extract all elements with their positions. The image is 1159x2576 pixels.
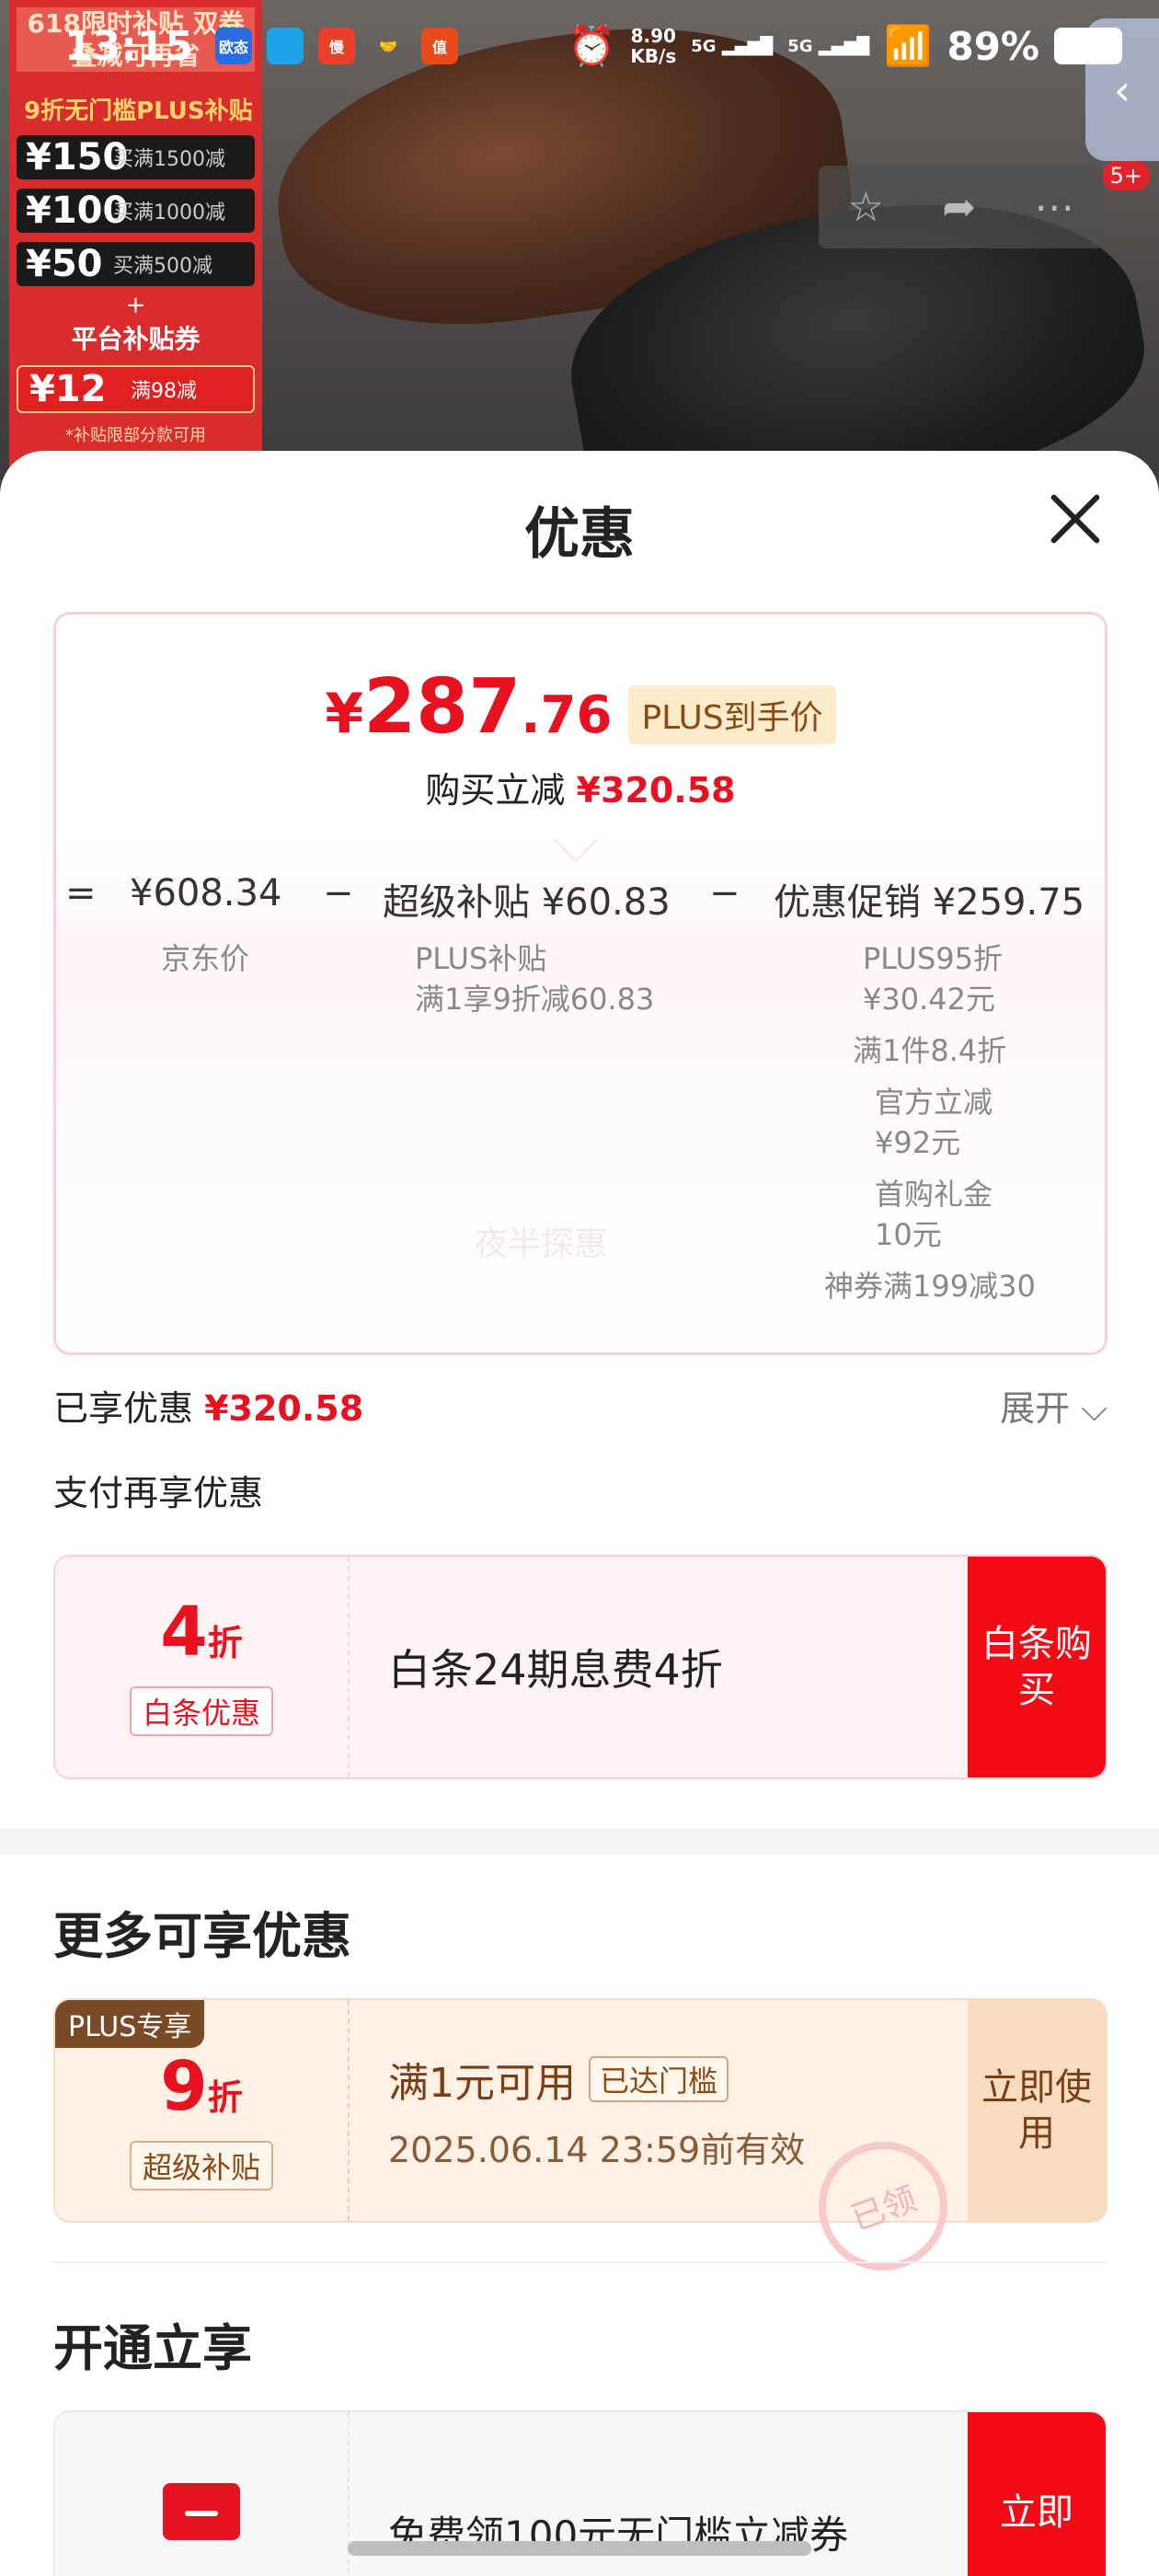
divider: [53, 2261, 1107, 2263]
status-bar: 13:15 欧态 慢 🤝 值 ⏰ 8.90 KB/s 5G ▂▄▆█ 5G ▂▄▆…: [0, 0, 1159, 120]
close-icon[interactable]: [1043, 486, 1107, 550]
super-subsidy: 超级补贴 ¥60.83: [383, 881, 671, 924]
card-icon: [163, 2483, 240, 2540]
promo-detail: PLUS95折: [863, 941, 1003, 976]
notification-badge: 5+: [1102, 161, 1150, 190]
star-icon: ☆: [847, 183, 885, 231]
app-icon: [267, 28, 304, 64]
threshold-reached-tag: 已达门槛: [589, 2055, 729, 2102]
promo-coupon: ¥12 满98减: [17, 365, 255, 413]
handshake-icon: 🤝: [379, 37, 398, 55]
equals-sign: =: [65, 872, 97, 914]
alarm-icon: ⏰: [568, 23, 616, 68]
promo-platform: 平台补贴券: [71, 324, 201, 354]
open-now-button[interactable]: 立即: [968, 2412, 1106, 2576]
subsidy-detail: 满1享9折减60.83: [415, 982, 655, 1017]
promo-detail: 10元: [875, 1217, 942, 1252]
pay-more-label: 支付再享优惠: [53, 1473, 264, 1513]
subsidy-detail: PLUS补贴: [415, 941, 547, 976]
dimmed-actions: ☆ ➦ ⋯: [819, 166, 1104, 248]
net-speed: 8.90 KB/s: [630, 25, 677, 67]
jd-price: ¥608.34: [130, 872, 282, 914]
app-icon: 慢: [318, 28, 356, 64]
expand-button[interactable]: 展开 ⌵: [1000, 1380, 1107, 1431]
battery-percent: 89%: [947, 23, 1039, 69]
coupon-condition: 满1元可用: [388, 2059, 576, 2107]
section-divider: [0, 1829, 1159, 1855]
baitiao-offer-card: 4折 白条优惠 白条24期息费4折 白条购买: [53, 1555, 1107, 1779]
home-indicator[interactable]: [348, 2541, 811, 2556]
open-card-left: [55, 2412, 350, 2576]
baitiao-discount: 4折 白条优惠: [55, 1557, 350, 1777]
plus-coupon-card: PLUS专享 9折 超级补贴 满1元可用 已达门槛 2025.06.14 23:5…: [53, 1998, 1107, 2223]
promo-detail: 首购礼金: [875, 1177, 993, 1212]
signal-icon: 5G ▂▄▆█: [691, 36, 774, 56]
status-right: ⏰ 8.90 KB/s 5G ▂▄▆█ 5G ▂▄▆█ 📶 89%: [568, 23, 1122, 69]
discount-sheet: 优惠 ¥287.76 PLUS到手价 购买立减 ¥320.58 = ¥608.3…: [0, 451, 1159, 2576]
baitiao-label: 白条优惠: [129, 1686, 273, 1736]
share-icon: ➦: [942, 183, 977, 231]
price-breakdown-card: ¥287.76 PLUS到手价 购买立减 ¥320.58 = ¥608.34 −…: [53, 612, 1107, 1355]
more-icon: ⋯: [1034, 183, 1075, 231]
promo-discount: 优惠促销 ¥259.75: [774, 881, 1085, 924]
status-app-icons: 欧态 慢 🤝 值: [215, 28, 459, 64]
final-price: ¥287.76: [325, 663, 613, 751]
promo-plus: +: [125, 292, 146, 319]
use-now-button[interactable]: 立即使用: [968, 2000, 1106, 2221]
minus-sign: −: [323, 872, 354, 914]
promo-row: ¥100 买满1000减: [17, 189, 255, 233]
app-icon: 欧态: [215, 28, 253, 64]
minus-sign: −: [709, 872, 740, 914]
wifi-icon: 📶: [884, 23, 933, 68]
promo-row: ¥150 买满1500减: [17, 135, 255, 179]
signal-icon: 5G ▂▄▆█: [787, 36, 870, 56]
promo-foot: *补贴限部分款可用: [65, 426, 206, 445]
promo-detail: ¥30.42元: [863, 982, 995, 1017]
plus-price-tag: PLUS到手价: [628, 685, 836, 744]
save-line: 购买立减 ¥320.58: [425, 770, 736, 811]
promo-detail: 神券满199减30: [824, 1269, 1036, 1304]
baitiao-buy-button[interactable]: 白条购买: [968, 1557, 1106, 1777]
plus-coupon-discount: PLUS专享 9折 超级补贴: [55, 2000, 350, 2221]
promo-detail: 官方立减: [875, 1085, 993, 1120]
more-offers-title: 更多可享优惠: [53, 1907, 351, 1965]
app-icon: 值: [421, 28, 459, 64]
battery-icon: [1054, 28, 1122, 64]
baitiao-desc: 白条24期息费4折: [388, 1645, 723, 1695]
enjoyed-discount: 已享优惠 ¥320.58: [53, 1388, 364, 1429]
open-benefits-title: 开通立享: [53, 2319, 252, 2377]
promo-row: ¥50 买满500减: [17, 242, 255, 286]
price-summary: ¥287.76 PLUS到手价 购买立减 ¥320.58: [56, 615, 1105, 840]
sheet-title: 优惠: [524, 502, 635, 567]
clock: 13:15: [64, 22, 194, 70]
watermark: 夜半探惠: [475, 1225, 608, 1263]
plus-exclusive-tag: PLUS专享: [55, 2000, 205, 2048]
promo-detail: ¥92元: [875, 1125, 961, 1160]
jd-price-label: 京东价: [161, 941, 250, 976]
super-subsidy-label: 超级补贴: [129, 2141, 273, 2191]
price-formula: = ¥608.34 − 超级补贴 ¥60.83 − 优惠促销 ¥259.75: [56, 872, 1105, 927]
promo-detail: 满1件8.4折: [853, 1033, 1007, 1068]
